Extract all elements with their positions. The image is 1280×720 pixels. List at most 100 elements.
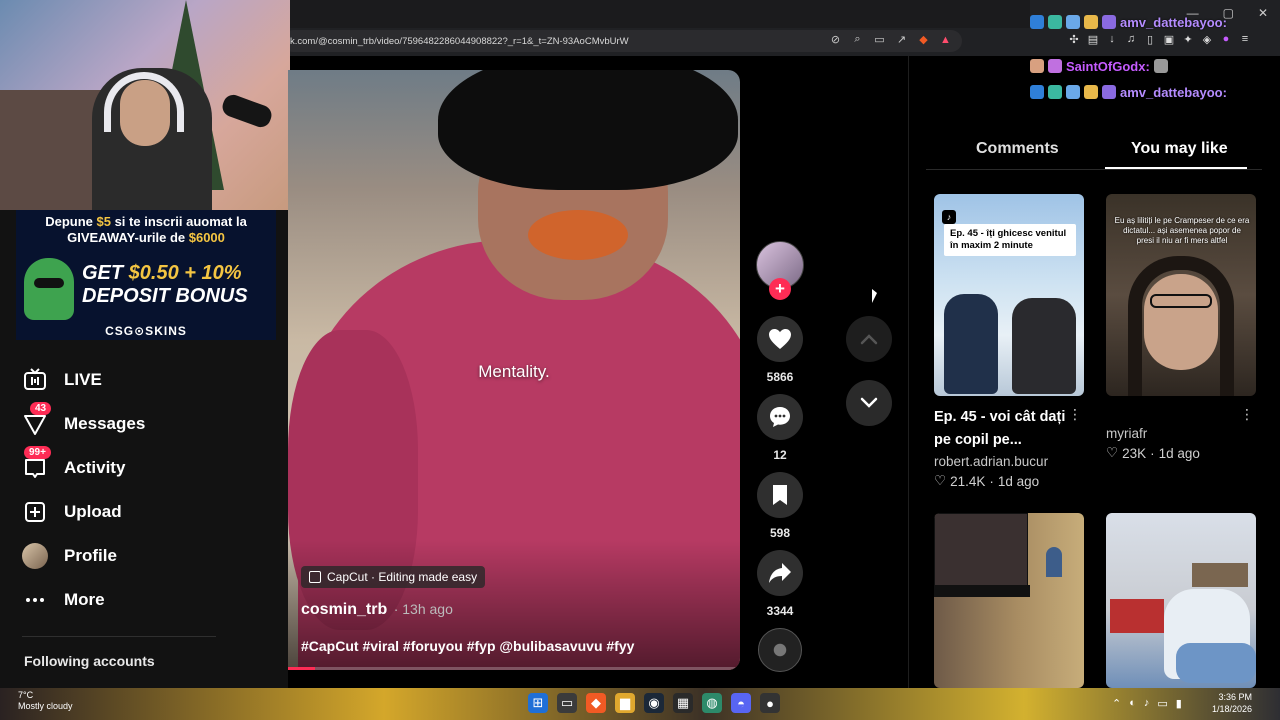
- save-action[interactable]: 598: [757, 472, 803, 540]
- zoom-icon[interactable]: ⌕: [851, 33, 864, 46]
- discord-icon[interactable]: ◓: [731, 693, 751, 713]
- window-controls: — ▢ ✕: [1187, 6, 1268, 20]
- previous-video-button[interactable]: [846, 316, 892, 362]
- thumbnail-caption-box: Ep. 45 - îți ghicesc venitul în maxim 2 …: [944, 224, 1076, 256]
- card-title[interactable]: Ep. 45 - voi cât dați pe copil pe...: [934, 406, 1074, 452]
- steam-icon[interactable]: ◉: [644, 693, 664, 713]
- author-name[interactable]: cosmin_trb: [301, 601, 387, 618]
- comment-icon[interactable]: [757, 394, 803, 440]
- windows-start-icon[interactable]: ⊞: [528, 693, 548, 713]
- leo-icon[interactable]: ✦: [1182, 33, 1194, 46]
- recommended-video-card[interactable]: Eu aș lilitiți le pe Crampeser de ce era…: [1106, 194, 1256, 461]
- app-icon[interactable]: ●: [760, 693, 780, 713]
- profile-icon: [22, 543, 48, 569]
- video-player[interactable]: Mentality. CapCut · Editing made easy co…: [288, 70, 740, 670]
- avatar: [22, 543, 48, 569]
- share-action[interactable]: 3344: [757, 550, 803, 618]
- music-icon[interactable]: ♫: [1125, 33, 1137, 46]
- sidebar-item-live[interactable]: LIVE: [22, 365, 102, 395]
- recommended-video-card[interactable]: Ep. 45 - îți ghicesc venitul în maxim 2 …: [934, 194, 1084, 489]
- active-tab-indicator: [1105, 167, 1247, 169]
- like-action[interactable]: 5866: [757, 316, 803, 384]
- menu-icon[interactable]: ≡: [1239, 33, 1251, 46]
- puzzle-icon[interactable]: ✣: [1068, 33, 1080, 46]
- tab-comments[interactable]: Comments: [976, 140, 1059, 158]
- file-explorer-icon[interactable]: ▆: [615, 693, 635, 713]
- clock-date: 1/18/2026: [1211, 704, 1252, 714]
- download-icon[interactable]: ↓: [1106, 33, 1118, 46]
- close-button[interactable]: ✕: [1258, 6, 1268, 20]
- sidebar-item-more[interactable]: More: [22, 585, 105, 615]
- video-thumbnail[interactable]: [934, 513, 1084, 688]
- volume-icon[interactable]: ♪: [1144, 697, 1150, 710]
- video-progress-fill: [288, 667, 316, 670]
- task-view-icon[interactable]: ▭: [557, 693, 577, 713]
- tray-chevron-icon[interactable]: ⌃: [1112, 697, 1121, 710]
- tab-you-may-like[interactable]: You may like: [1131, 140, 1228, 158]
- tray-app-icon[interactable]: ◐: [1129, 697, 1136, 710]
- sidebar-icon[interactable]: ▯: [1144, 33, 1156, 46]
- recommended-video-card[interactable]: [934, 513, 1084, 688]
- heart-icon[interactable]: [757, 316, 803, 362]
- weather-widget[interactable]: 7°C Mostly cloudy: [18, 690, 73, 712]
- reader-icon[interactable]: ▤: [1087, 33, 1099, 46]
- sidebar-item-messages[interactable]: 43 Messages: [22, 402, 145, 439]
- thumbnail-scorebar: [934, 585, 1030, 597]
- battery-icon[interactable]: ▮: [1176, 697, 1182, 710]
- promo-amount: $6000: [188, 230, 225, 245]
- video-progress-bar[interactable]: [288, 667, 740, 670]
- video-hashtags[interactable]: #CapCut #viral #foruyou #fyp @bulibasavu…: [301, 638, 634, 654]
- follow-button[interactable]: +: [769, 278, 791, 300]
- video-thumbnail[interactable]: [1106, 513, 1256, 688]
- thumbnail-caption: Ep. 45 - îți ghicesc venitul în maxim 2 …: [950, 228, 1067, 251]
- minimize-button[interactable]: —: [1187, 6, 1199, 20]
- thumbnail-person-left: [944, 294, 998, 394]
- sidebar-item-activity[interactable]: 99+ Activity: [22, 446, 125, 483]
- more-options-icon[interactable]: ⋮: [1068, 406, 1082, 423]
- bookmark-icon[interactable]: [757, 472, 803, 518]
- profile-icon[interactable]: ●: [1220, 33, 1232, 46]
- right-panel-tabs: Comments You may like: [926, 140, 1262, 170]
- video-thumbnail[interactable]: Ep. 45 - îți ghicesc venitul în maxim 2 …: [934, 194, 1084, 396]
- brave-browser-icon[interactable]: ◆: [586, 693, 606, 713]
- sidebar-item-label: Profile: [64, 546, 117, 565]
- sidebar-item-upload[interactable]: Upload: [22, 497, 122, 527]
- promo-amount: $5: [96, 214, 111, 229]
- recommended-video-card[interactable]: [1106, 513, 1256, 688]
- video-subject-mustache: [528, 210, 628, 260]
- cast-icon[interactable]: ▭: [873, 33, 886, 46]
- video-thumbnail[interactable]: Eu aș lilitiți le pe Crampeser de ce era…: [1106, 194, 1256, 396]
- vpn-icon[interactable]: ◈: [1201, 33, 1213, 46]
- music-disc[interactable]: [758, 628, 802, 672]
- thumbnail-inset: [934, 513, 1028, 589]
- no-translate-icon[interactable]: ⊘: [829, 33, 842, 46]
- wallet-icon[interactable]: ▣: [1163, 33, 1175, 46]
- maximize-button[interactable]: ▢: [1223, 6, 1234, 20]
- sidebar-item-profile[interactable]: Profile: [22, 541, 117, 571]
- brave-shield-icon[interactable]: ◆: [917, 33, 930, 46]
- rewards-icon[interactable]: ▲: [939, 33, 952, 46]
- tiktok-logo-icon: ♪: [942, 210, 956, 224]
- share-arrow-icon[interactable]: [757, 550, 803, 596]
- globe-icon[interactable]: ◍: [702, 693, 722, 713]
- capcut-anchor[interactable]: CapCut · Editing made easy: [301, 566, 486, 588]
- capcut-icon: [309, 571, 321, 583]
- card-author[interactable]: robert.adrian.bucur: [934, 454, 1084, 469]
- promo-text: Depune: [45, 214, 97, 229]
- more-options-icon[interactable]: ⋮: [1240, 406, 1254, 423]
- network-icon[interactable]: ▭: [1157, 697, 1167, 710]
- calculator-icon[interactable]: ▦: [673, 693, 693, 713]
- share-icon[interactable]: ↗: [895, 33, 908, 46]
- like-count: 5866: [766, 370, 794, 384]
- meta-separator: ·: [989, 473, 994, 489]
- next-video-button[interactable]: [846, 380, 892, 426]
- comment-action[interactable]: 12: [757, 394, 803, 462]
- promo-text: GET: [82, 262, 129, 284]
- promo-text: si te inscrii auomat la: [110, 214, 247, 229]
- address-bar-icons: ⊘ ⌕ ▭ ↗ ◆ ▲: [829, 33, 952, 46]
- address-bar[interactable]: k.com/@cosmin_trb/video/7596482286044908…: [282, 30, 962, 52]
- card-likes: 23K: [1122, 445, 1147, 461]
- taskbar-clock[interactable]: 3:36 PM 1/18/2026: [1208, 691, 1252, 715]
- video-subject-hat: [438, 70, 738, 190]
- card-author[interactable]: myriafr: [1106, 426, 1256, 441]
